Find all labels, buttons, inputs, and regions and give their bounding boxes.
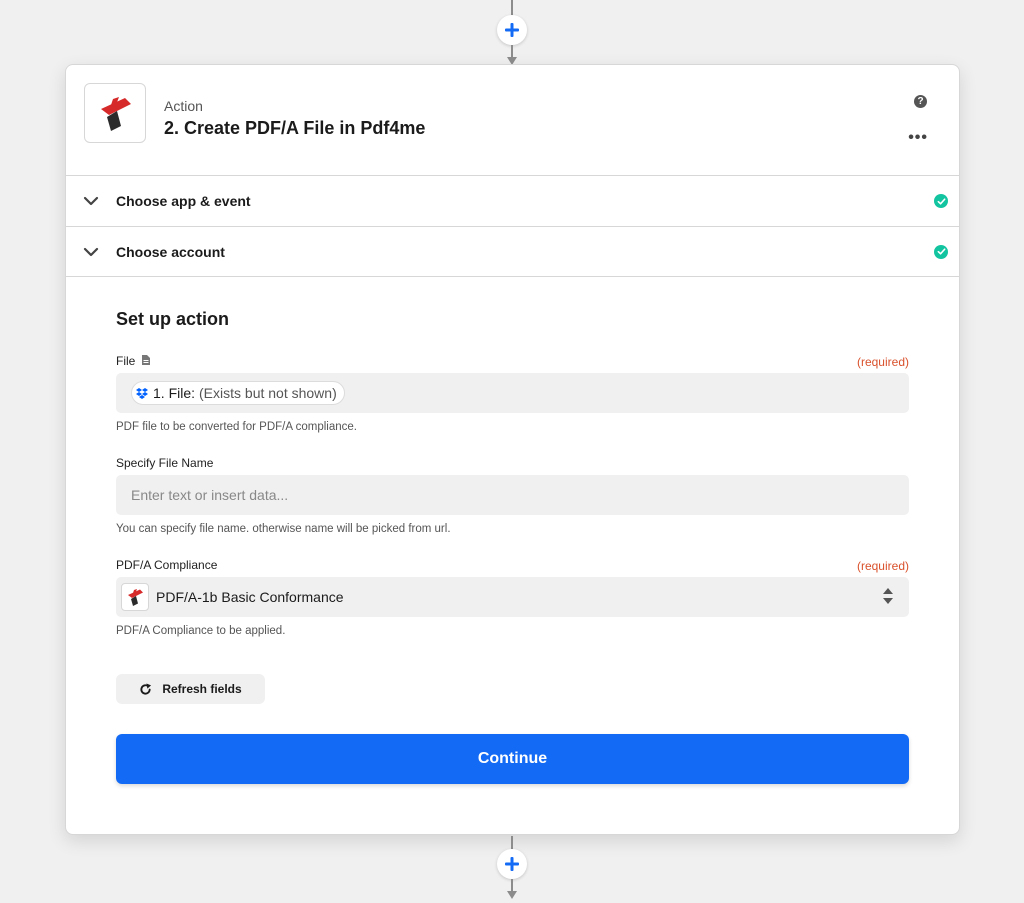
section-label: Choose account xyxy=(116,243,225,260)
chevron-down-icon xyxy=(83,247,99,257)
continue-button[interactable]: Continue xyxy=(116,734,909,784)
plus-icon xyxy=(505,23,519,37)
section-label: Choose app & event xyxy=(116,193,251,209)
plus-icon xyxy=(505,857,519,871)
step-type-label: Action xyxy=(164,98,203,114)
select-arrows-icon xyxy=(883,588,893,604)
compliance-help-text: PDF/A Compliance to be applied. xyxy=(116,625,286,637)
refresh-fields-button[interactable]: Refresh fields xyxy=(116,674,265,704)
file-field-label: File xyxy=(116,354,150,368)
add-step-button-bottom[interactable] xyxy=(497,849,527,879)
help-icon[interactable]: ? xyxy=(914,95,927,108)
file-name-placeholder: Enter text or insert data... xyxy=(131,487,289,503)
pdf4me-option-icon xyxy=(121,583,149,611)
section-choose-account[interactable]: Choose account xyxy=(66,227,959,277)
file-help-text: PDF file to be converted for PDF/A compl… xyxy=(116,421,357,433)
section-choose-app-event[interactable]: Choose app & event xyxy=(66,176,959,227)
required-indicator: (required) xyxy=(856,355,909,369)
chevron-down-icon xyxy=(83,196,99,206)
pdf4me-app-icon xyxy=(84,83,146,143)
file-name-field-label: Specify File Name xyxy=(116,456,214,470)
more-options-icon[interactable]: ••• xyxy=(908,130,928,146)
step-header: Action 2. Create PDF/A File in Pdf4me ? … xyxy=(66,65,959,176)
step-title: 2. Create PDF/A File in Pdf4me xyxy=(164,118,426,138)
setup-title: Set up action xyxy=(116,309,230,329)
pill-value: (Exists but not shown) xyxy=(199,385,337,401)
connector-line-bottom xyxy=(511,836,513,850)
file-icon xyxy=(141,355,150,365)
check-circle-icon xyxy=(934,244,948,259)
compliance-field-label: PDF/A Compliance xyxy=(116,558,218,572)
connector-line-top-lower xyxy=(511,45,513,57)
action-step-card: Action 2. Create PDF/A File in Pdf4me ? … xyxy=(65,64,960,835)
arrow-down-icon xyxy=(507,891,517,899)
required-indicator: (required) xyxy=(856,559,909,573)
file-field[interactable]: 1. File: (Exists but not shown) xyxy=(116,373,909,413)
file-name-input[interactable]: Enter text or insert data... xyxy=(116,475,909,515)
pill-label: 1. File: xyxy=(153,385,196,401)
check-circle-icon xyxy=(934,194,948,208)
add-step-button-top[interactable] xyxy=(497,15,527,45)
compliance-select[interactable]: PDF/A-1b Basic Conformance xyxy=(116,577,909,617)
dropbox-icon xyxy=(136,387,148,399)
connector-line-top xyxy=(511,0,513,16)
connector-line-bottom-lower xyxy=(511,879,513,891)
refresh-label: Refresh fields xyxy=(162,682,242,696)
file-name-help-text: You can specify file name. otherwise nam… xyxy=(116,523,451,535)
mapped-value-pill[interactable]: 1. File: (Exists but not shown) xyxy=(131,381,345,405)
compliance-selected-value: PDF/A-1b Basic Conformance xyxy=(156,589,344,605)
refresh-icon xyxy=(140,682,152,695)
